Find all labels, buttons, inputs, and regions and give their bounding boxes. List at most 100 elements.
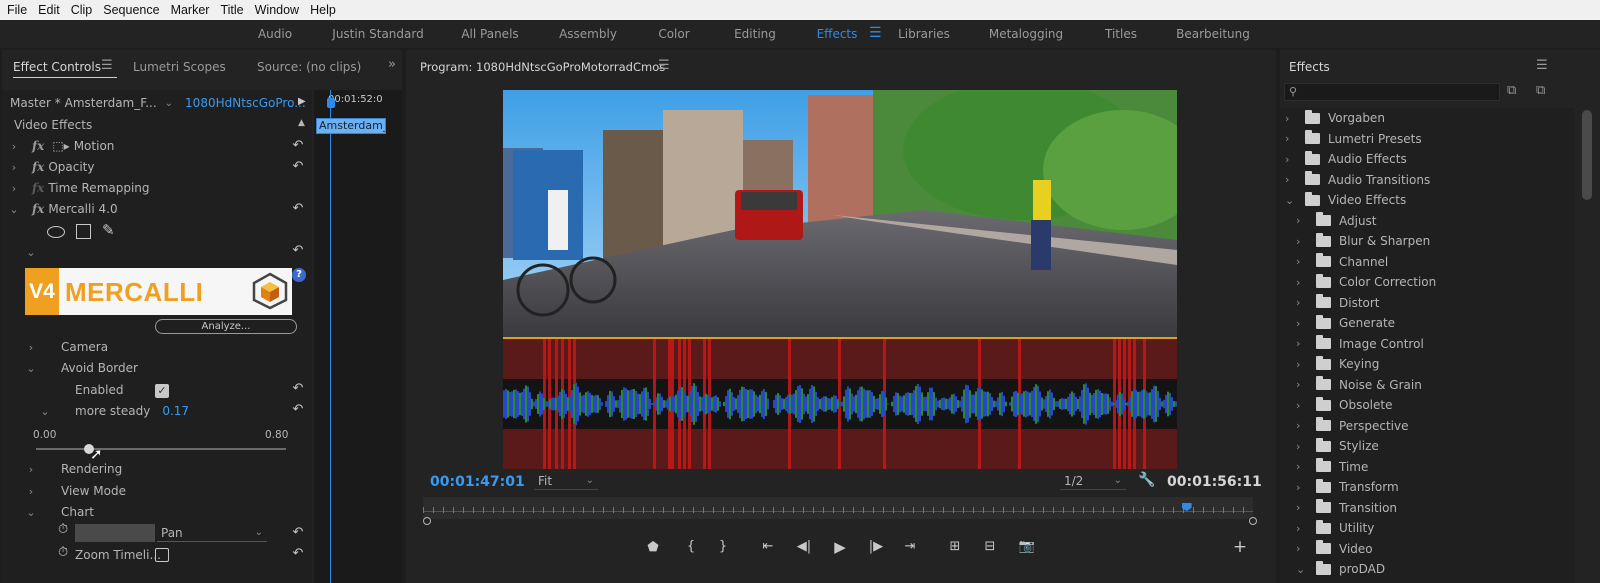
- chevron-right-icon[interactable]: ›: [1296, 378, 1310, 391]
- effects-item-blur-sharpen[interactable]: › Blur & Sharpen: [1296, 231, 1430, 251]
- more-steady-slider[interactable]: [36, 444, 286, 454]
- analyze-button[interactable]: Analyze...: [155, 319, 297, 334]
- chevron-right-icon[interactable]: ›: [1296, 440, 1310, 453]
- effect-opacity[interactable]: fx Opacity: [32, 157, 94, 177]
- workspace-tab-titles[interactable]: Titles: [1105, 27, 1137, 41]
- stopwatch-icon[interactable]: ⏱: [58, 545, 68, 560]
- workspace-tab-audio[interactable]: Audio: [258, 27, 292, 41]
- effects-item-utility[interactable]: › Utility: [1296, 518, 1374, 538]
- chevron-right-icon[interactable]: ›: [7, 182, 21, 195]
- zoom-fit-dropdown[interactable]: Fit ⌄: [534, 472, 598, 490]
- step-forward-icon[interactable]: |▶︎: [866, 539, 886, 554]
- chevron-right-icon[interactable]: ›: [1296, 317, 1310, 330]
- extract-icon[interactable]: ⊟: [980, 539, 1000, 554]
- pen-mask-icon[interactable]: ✎: [102, 221, 115, 239]
- mini-playhead[interactable]: [330, 90, 331, 583]
- effects-item-audio-effects[interactable]: › Audio Effects: [1285, 149, 1407, 169]
- reset-icon[interactable]: ↶: [291, 244, 305, 258]
- workspace-tab-justin-standard[interactable]: Justin Standard: [332, 27, 423, 41]
- clip-block[interactable]: Amsterdam_: [316, 118, 386, 134]
- effects-item-generate[interactable]: › Generate: [1296, 313, 1395, 333]
- chevron-down-icon[interactable]: ⌄: [1296, 563, 1310, 576]
- camera-group[interactable]: Camera: [61, 337, 108, 357]
- chevron-right-icon[interactable]: ›: [24, 485, 38, 498]
- chevron-right-icon[interactable]: ›: [1296, 460, 1310, 473]
- stopwatch-icon[interactable]: ⏱: [58, 522, 68, 537]
- effects-item-adjust[interactable]: › Adjust: [1296, 211, 1377, 231]
- workspace-tab-libraries[interactable]: Libraries: [898, 27, 950, 41]
- menu-help[interactable]: Help: [310, 3, 336, 17]
- workspace-tab-all-panels[interactable]: All Panels: [461, 27, 518, 41]
- zoom-timeline-checkbox[interactable]: [155, 548, 169, 562]
- chevron-down-icon[interactable]: ⌄: [24, 362, 38, 375]
- workspace-tab-metalogging[interactable]: Metalogging: [989, 27, 1063, 41]
- master-clip-selector[interactable]: Master * Amsterdam_F... ⌄ 1080HdNtscGoPr…: [10, 93, 306, 113]
- chevron-down-icon[interactable]: ⌄: [24, 506, 38, 519]
- zoom-handle-right[interactable]: [1249, 517, 1257, 525]
- avoid-border-group[interactable]: Avoid Border: [61, 358, 138, 378]
- effect-mercalli[interactable]: fx Mercalli 4.0: [32, 199, 118, 219]
- effects-item-noise-grain[interactable]: › Noise & Grain: [1296, 375, 1422, 395]
- effects-item-video-effects[interactable]: ⌄ Video Effects: [1285, 190, 1406, 210]
- effects-item-obsolete[interactable]: › Obsolete: [1296, 395, 1392, 415]
- chevron-right-icon[interactable]: ›: [1285, 153, 1299, 166]
- effects-item-transition[interactable]: › Transition: [1296, 498, 1397, 518]
- chevron-right-icon[interactable]: ›: [1296, 214, 1310, 227]
- chevron-right-icon[interactable]: ›: [24, 341, 38, 354]
- chevron-right-icon[interactable]: ›: [1296, 255, 1310, 268]
- mini-playhead-handle[interactable]: [327, 98, 335, 108]
- reset-icon[interactable]: ↶: [291, 160, 305, 174]
- panel-menu-icon[interactable]: ☰: [1536, 58, 1548, 73]
- current-timecode[interactable]: 00:01:47:01: [430, 474, 525, 490]
- menu-title[interactable]: Title: [220, 3, 243, 17]
- menu-clip[interactable]: Clip: [71, 3, 93, 17]
- workspace-tab-bearbeitung[interactable]: Bearbeitung: [1176, 27, 1250, 41]
- mark-in-icon[interactable]: {: [681, 539, 701, 554]
- effects-item-lumetri-presets[interactable]: › Lumetri Presets: [1285, 129, 1422, 149]
- effects-panel-title[interactable]: Effects: [1289, 60, 1330, 74]
- scrub-bar[interactable]: [423, 497, 1253, 519]
- effects-item-keying[interactable]: › Keying: [1296, 354, 1379, 374]
- workspace-tab-editing[interactable]: Editing: [734, 27, 776, 41]
- effects-item-prodad[interactable]: ⌄ proDAD: [1296, 559, 1385, 579]
- panel-menu-icon[interactable]: ☰: [101, 58, 113, 73]
- fx-icon[interactable]: fx: [32, 202, 44, 216]
- panel-menu-icon[interactable]: ☰: [658, 58, 670, 73]
- menu-file[interactable]: File: [7, 3, 27, 17]
- chart-group[interactable]: Chart: [61, 502, 94, 522]
- menu-edit[interactable]: Edit: [38, 3, 60, 17]
- effects-item-channel[interactable]: › Channel: [1296, 252, 1388, 272]
- step-back-icon[interactable]: ◀︎|: [794, 539, 814, 554]
- fx-icon[interactable]: fx: [32, 160, 44, 174]
- chevron-right-icon[interactable]: ›: [1296, 501, 1310, 514]
- expand-panels-icon[interactable]: »: [388, 57, 396, 72]
- effects-item-color-correction[interactable]: › Color Correction: [1296, 272, 1436, 292]
- menu-marker[interactable]: Marker: [171, 3, 210, 17]
- chevron-right-icon[interactable]: ›: [1296, 276, 1310, 289]
- tab-effect-controls[interactable]: Effect Controls: [13, 60, 101, 74]
- chevron-down-icon[interactable]: ⌄: [38, 405, 52, 418]
- reset-icon[interactable]: ↶: [291, 526, 305, 540]
- effects-item-transform[interactable]: › Transform: [1296, 477, 1399, 497]
- effects-item-stylize[interactable]: › Stylize: [1296, 436, 1379, 456]
- effect-time-remapping[interactable]: fx Time Remapping: [32, 178, 150, 198]
- collapse-up-icon[interactable]: ▲: [298, 118, 305, 128]
- reset-icon[interactable]: ↶: [291, 202, 305, 216]
- reset-icon[interactable]: ↶: [291, 382, 305, 396]
- accelerated-effects-icon[interactable]: ⧉: [1507, 83, 1516, 98]
- fx-icon[interactable]: fx: [32, 139, 44, 153]
- effects-item-image-control[interactable]: › Image Control: [1296, 334, 1424, 354]
- chart-color-swatch[interactable]: [75, 524, 155, 542]
- resolution-dropdown[interactable]: 1/2 ⌄: [1060, 472, 1126, 490]
- workspace-menu-icon[interactable]: ☰: [869, 25, 882, 41]
- chevron-right-icon[interactable]: ›: [1296, 235, 1310, 248]
- add-button-icon[interactable]: +: [1230, 537, 1250, 557]
- chevron-right-icon[interactable]: ›: [1296, 358, 1310, 371]
- workspace-tab-color[interactable]: Color: [658, 27, 689, 41]
- workspace-tab-assembly[interactable]: Assembly: [559, 27, 617, 41]
- lift-icon[interactable]: ⊞: [945, 539, 965, 554]
- tab-source[interactable]: Source: (no clips): [257, 60, 361, 74]
- add-marker-icon[interactable]: ⬟: [643, 540, 663, 555]
- chevron-right-icon[interactable]: ›: [1285, 132, 1299, 145]
- play-icon[interactable]: ▶: [830, 538, 850, 556]
